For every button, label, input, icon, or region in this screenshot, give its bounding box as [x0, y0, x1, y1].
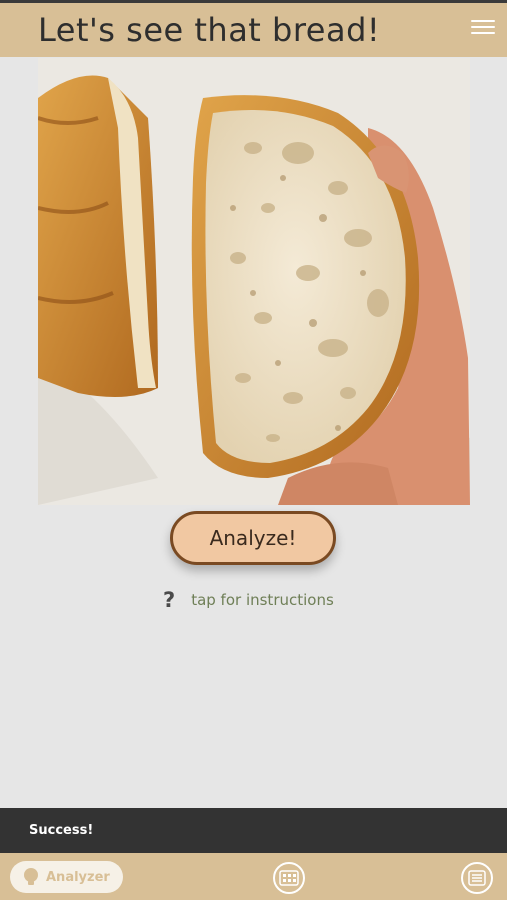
instructions-label[interactable]: tap for instructions: [191, 591, 334, 609]
calendar-grid-icon[interactable]: [273, 862, 305, 894]
snackbar: Success!: [0, 808, 507, 853]
snackbar-message: Success!: [29, 823, 94, 838]
hamburger-menu-icon[interactable]: [471, 20, 495, 40]
lightbulb-icon: [24, 868, 38, 885]
analyze-button[interactable]: Analyze!: [170, 511, 336, 565]
bottom-nav: Analyzer: [0, 853, 507, 900]
bread-photo: [38, 58, 470, 505]
page-title: Let's see that bread!: [38, 11, 381, 49]
tab-analyzer[interactable]: Analyzer: [10, 861, 123, 893]
list-icon[interactable]: [461, 862, 493, 894]
app-header: Let's see that bread!: [0, 3, 507, 57]
tab-analyzer-label: Analyzer: [46, 869, 110, 885]
instructions-link[interactable]: ? tap for instructions: [163, 588, 334, 612]
bread-image: [38, 58, 470, 505]
help-icon[interactable]: ?: [163, 588, 175, 612]
